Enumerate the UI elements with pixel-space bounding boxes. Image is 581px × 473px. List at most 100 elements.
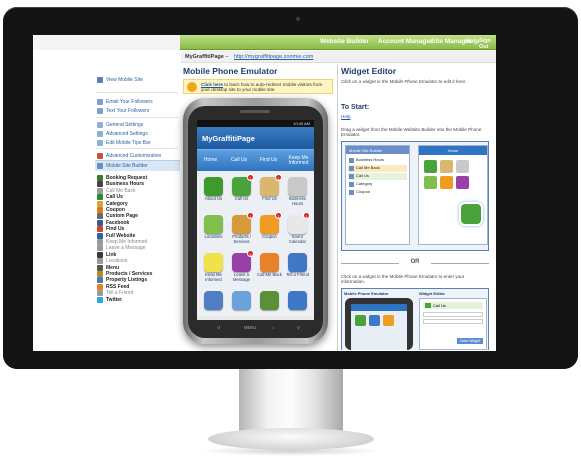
phone-widget-label: Keep Me Informed: [205, 272, 222, 282]
phone-widget-label: About Us: [204, 196, 223, 201]
widget-twitter[interactable]: Twitter: [97, 296, 122, 304]
monitor-chin: [3, 352, 578, 369]
keep-informed-icon: [204, 253, 223, 272]
diagram-tile-icon: [440, 160, 453, 173]
diagram2-item: Call Us: [433, 303, 446, 308]
diagram-tile-icon: [456, 160, 469, 173]
sidebar-separator: [96, 117, 178, 118]
diagram2-right-title: Widget Editor: [419, 291, 445, 296]
lightbulb-icon: [187, 82, 197, 92]
phone-widget-label: Tell a Friend: [286, 272, 309, 277]
phone-softkeys: ↺ MENU ⌂ ⚲: [197, 323, 314, 333]
diagram-builder-header: Mobile Site Builder: [346, 146, 409, 154]
phone-widget-label: Call Me Back: [257, 272, 282, 277]
sidebar-link-email-your-followers[interactable]: Email Your Followers: [97, 98, 153, 106]
text-message-icon: [97, 108, 103, 114]
sidebar-link-advanced-customization[interactable]: Advanced Customization: [97, 152, 161, 160]
header-left-blank: [33, 35, 180, 50]
phone-widget-tile[interactable]: Business Hours: [284, 177, 311, 206]
phone-widget-label: Coupon: [262, 234, 277, 239]
phone-widget-tile[interactable]: 1 Find Us: [256, 174, 283, 202]
phone-widget-label: Locations: [204, 234, 223, 239]
webcam-dot: [296, 17, 300, 21]
calendar-icon: 1: [288, 212, 310, 234]
phone-widget-tile[interactable]: 1 Call Us: [228, 174, 255, 202]
advanced-settings-icon: [97, 131, 103, 137]
palette-icon: [97, 153, 103, 159]
phone-widget-tile[interactable]: [256, 291, 283, 311]
sidebar-link-text-your-followers[interactable]: Text Your Followers: [97, 107, 149, 115]
notification-badge: 1: [247, 212, 254, 219]
partial-icon-3: [260, 291, 279, 310]
menu-softkey[interactable]: MENU: [244, 325, 256, 330]
smartphone-emulator: 10:45 AM MyGraffitiPage Home Call Us Fin…: [183, 98, 328, 344]
diagram-tile-icon: [424, 160, 437, 173]
monitor-stand-neck: [239, 369, 343, 437]
phone-widget-tile[interactable]: [228, 291, 255, 311]
site-url-link[interactable]: http://mygraffitipage.zoomie.com: [234, 54, 313, 60]
phone-nav-find-us[interactable]: Find Us: [254, 150, 283, 172]
home-key-icon[interactable]: ⌂: [272, 325, 275, 330]
sidebar-separator: [96, 148, 178, 149]
notification-badge: 1: [275, 212, 282, 219]
sidebar-link-advanced-settings[interactable]: Advanced Settings: [97, 130, 148, 138]
nav-website-builder[interactable]: Website Builder: [320, 38, 369, 45]
phone-widget-tile[interactable]: 1 Coupon: [256, 212, 283, 240]
help-link[interactable]: Help: [341, 114, 350, 119]
phone-nav-keep-me-informed[interactable]: Keep Me Informed: [283, 150, 314, 172]
notification-badge: 1: [275, 174, 282, 181]
back-key-icon[interactable]: ↺: [217, 325, 221, 330]
coupon-icon: 1: [260, 212, 282, 234]
phone-widget-tile[interactable]: 1 Leave a Message: [228, 250, 255, 282]
phone-widget-tile[interactable]: Call Me Back: [256, 253, 283, 278]
phone-app-title: MyGraffitiPage: [197, 127, 314, 149]
diagram2-save-button: Save Widget: [457, 338, 483, 344]
top-navigation: Website Builder Account Manager Site Man…: [180, 35, 496, 50]
nav-sign-out[interactable]: Sign Out: [479, 38, 496, 50]
sidebar-link-view-mobile-site[interactable]: View Mobile Site: [97, 76, 143, 84]
phone-widget-tile[interactable]: 1 Products / Services: [228, 212, 255, 244]
phone-widget-tile[interactable]: [200, 291, 227, 311]
products-icon: 1: [232, 212, 254, 234]
message-icon: 1: [232, 250, 254, 272]
diagram-item-icon: [349, 158, 354, 163]
diagram2-phone: [345, 298, 413, 350]
diagram-tile-icon: [456, 176, 469, 189]
diagram-list-item: Category: [348, 181, 407, 188]
editor-subtitle: Click on a widget in the Mobile Phone Em…: [341, 79, 467, 84]
diagram-list-item: Call Us: [348, 173, 407, 180]
phone-speaker: [240, 110, 270, 113]
sidebar-separator: [96, 92, 178, 93]
nav-help[interactable]: Help: [465, 38, 479, 45]
panel-divider: [337, 64, 338, 351]
phone-nav-home[interactable]: Home: [197, 150, 224, 172]
phone-widget-tile[interactable]: About Us: [200, 177, 227, 202]
diagram-item-icon: [349, 182, 354, 187]
settings-icon: [97, 122, 103, 128]
search-key-icon[interactable]: ⚲: [297, 325, 300, 330]
breadcrumb: MyGraffitiPage – http://mygraffitipage.z…: [181, 51, 496, 63]
sidebar-link-general-settings[interactable]: General Settings: [97, 121, 143, 129]
sidebar-link-edit-mobile-tips-bar[interactable]: Edit Mobile Tips Bar: [97, 139, 150, 147]
phone-widget-tile[interactable]: 1 Event Calendar: [284, 212, 311, 244]
phone-status-bar: 10:45 AM: [197, 120, 314, 127]
diagram-list-item: Call Me Back: [348, 165, 407, 172]
call-me-back-icon: [260, 253, 279, 272]
phone-widget-tile[interactable]: [284, 291, 311, 311]
partial-icon-1: [204, 291, 223, 310]
phone-nav-bar: Home Call Us Find Us Keep Me Informed: [197, 149, 314, 171]
editor-title: Widget Editor: [341, 66, 397, 76]
phone-screen: 10:45 AM MyGraffitiPage Home Call Us Fin…: [197, 120, 314, 320]
nav-account-manager[interactable]: Account Manager: [378, 38, 433, 45]
phone-widget-tile[interactable]: Locations: [200, 215, 227, 240]
phone-nav-call-us[interactable]: Call Us: [224, 150, 254, 172]
diagram-phone-grid: [419, 155, 487, 194]
to-start-heading: To Start:: [341, 104, 370, 111]
diagram2-tile-icon: [369, 315, 380, 326]
phone-widget-label: Products / Services: [232, 234, 251, 244]
diagram-phone: Home: [418, 145, 488, 245]
phone-widget-tile[interactable]: Keep Me Informed: [200, 253, 227, 282]
clock-icon: [288, 177, 307, 196]
drag-drop-diagram: Mobile Site Builder Business Hours Call M…: [341, 141, 489, 251]
phone-widget-tile[interactable]: Tell a Friend: [284, 253, 311, 278]
